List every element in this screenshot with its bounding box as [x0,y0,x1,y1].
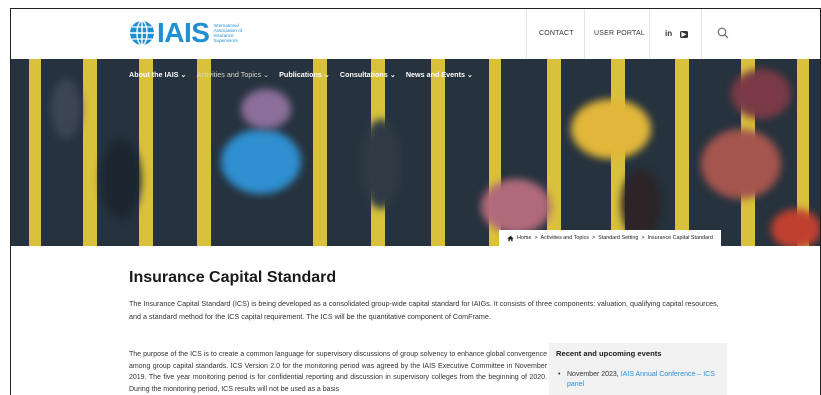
breadcrumb-separator: > [641,235,645,241]
crosswalk-stripe [313,59,327,246]
intro-paragraph: The Insurance Capital Standard (ICS) is … [129,299,719,321]
divider [701,9,702,59]
pedestrian [621,169,661,239]
page-title: Insurance Capital Standard [129,269,337,286]
pedestrian [51,79,81,139]
crosswalk-stripe [675,59,689,246]
divider [584,9,585,59]
linkedin-icon[interactable]: in [665,29,672,38]
iais-logo[interactable]: IAIS International Association of Insura… [129,17,253,48]
main-content: Insurance Capital Standard The Insurance… [11,246,820,395]
nav-news-events[interactable]: News and Events ⌄ [406,70,473,79]
yellow-umbrella [571,99,651,159]
blue-umbrella [221,129,301,194]
red-umbrella [771,209,820,246]
contact-link[interactable]: CONTACT [539,30,574,37]
browser-page: IAIS International Association of Insura… [10,8,821,395]
crosswalk-stripe [431,59,445,246]
home-icon[interactable] [507,235,514,242]
breadcrumb-home[interactable]: Home [517,235,531,241]
divider [526,9,527,59]
youtube-icon[interactable]: ▶ [680,31,688,38]
globe-icon [130,20,154,46]
sidebar-title: Recent and upcoming events [556,349,662,358]
crosswalk-stripe [547,59,561,246]
nav-publications[interactable]: Publications ⌄ [279,70,330,79]
breadcrumb-separator: > [592,235,596,241]
logo-subtitle: International Association of Insurance S… [213,22,243,44]
logo-text: IAIS [157,17,210,48]
crosswalk-stripe [139,59,153,246]
search-icon[interactable] [717,27,729,39]
breadcrumb-separator: > [534,235,538,241]
event-item: November 2023, IAIS Annual Conference – … [558,370,717,390]
red-umbrella [701,129,781,199]
breadcrumb: Home > Activities and Topics > Standard … [499,230,721,246]
crosswalk-stripe [197,59,211,246]
purpose-paragraph: The purpose of the ICS is to create a co… [129,351,547,393]
crosswalk-stripe [29,59,41,246]
pedestrian [101,139,141,219]
nav-about[interactable]: About the IAIS ⌄ [129,70,187,79]
dark-red-umbrella [731,69,791,119]
user-portal-link[interactable]: USER PORTAL [594,30,645,37]
pink-umbrella [481,179,551,234]
site-header: IAIS International Association of Insura… [11,9,820,59]
breadcrumb-standard-setting[interactable]: Standard Setting [598,235,638,241]
main-nav: About the IAIS ⌄ Activities and Topics ⌄… [129,70,473,79]
event-date: November 2023, [567,371,621,378]
pedestrian [361,119,401,209]
nav-consultations[interactable]: Consultations ⌄ [340,70,396,79]
hero-banner: About the IAIS ⌄ Activities and Topics ⌄… [11,59,820,246]
events-sidebar: Recent and upcoming events November 2023… [549,343,727,395]
divider [649,9,650,59]
breadcrumb-current: Insurance Capital Standard [647,235,713,241]
crosswalk-stripe [83,59,97,246]
breadcrumb-activities[interactable]: Activities and Topics [541,235,589,241]
nav-activities[interactable]: Activities and Topics ⌄ [197,70,270,79]
purple-umbrella [241,89,291,129]
